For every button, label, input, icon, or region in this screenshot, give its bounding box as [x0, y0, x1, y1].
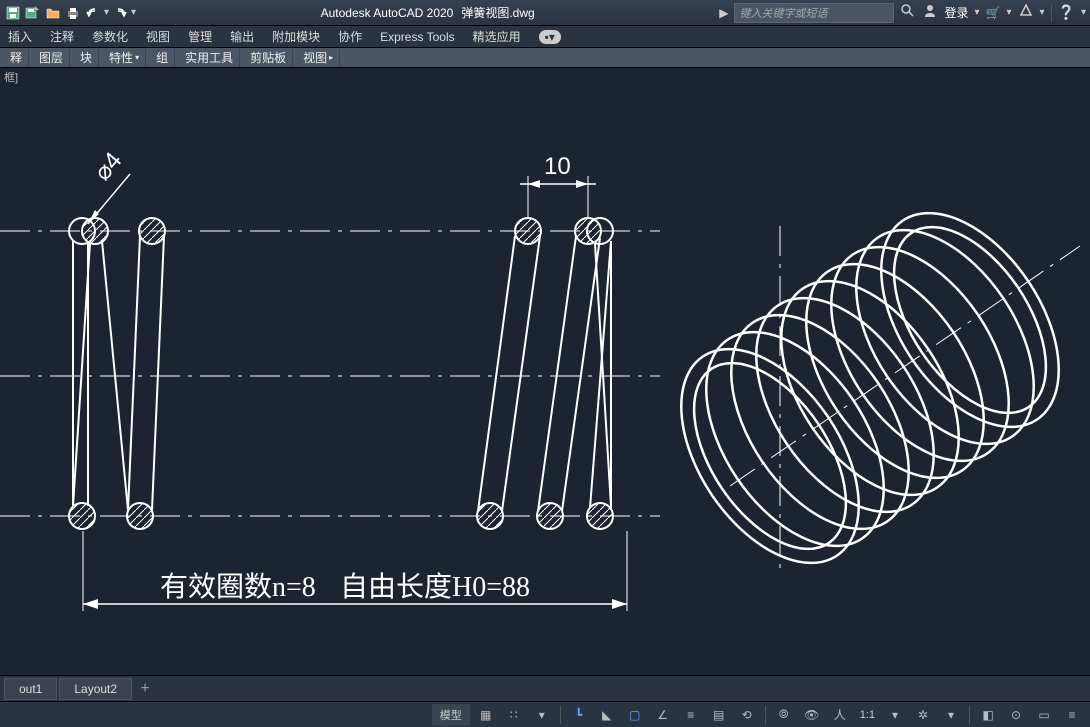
- dropdown-icon[interactable]: ▾: [530, 704, 554, 726]
- tab-featured[interactable]: 精选应用: [473, 28, 521, 45]
- isolate-icon[interactable]: ◧: [976, 704, 1000, 726]
- svg-text:自由长度H0=88: 自由长度H0=88: [340, 571, 530, 603]
- panel-clipboard[interactable]: 剪贴板: [244, 49, 293, 67]
- file-name: 弹簧视图.dwg: [461, 4, 534, 21]
- search-input[interactable]: 键入关键字或短语: [734, 3, 894, 23]
- panel-layers[interactable]: 图层: [33, 49, 70, 67]
- svg-text:⌀4: ⌀4: [89, 147, 128, 186]
- tab-addins[interactable]: 附加模块: [272, 28, 320, 45]
- ribbon-overflow-icon[interactable]: ▪▾: [539, 30, 561, 44]
- help-icon[interactable]: ❔: [1058, 4, 1075, 21]
- otrack-icon[interactable]: ∠: [651, 704, 675, 726]
- menu-icon[interactable]: ≡: [1060, 704, 1084, 726]
- annotation-visibility-icon[interactable]: 👁: [800, 704, 824, 726]
- panel-properties[interactable]: 特性▾: [103, 49, 146, 67]
- transparency-icon[interactable]: ▤: [707, 704, 731, 726]
- title-bar: ▾ ▾ Autodesk AutoCAD 2020 弹簧视图.dwg ▶ 键入关…: [0, 0, 1090, 26]
- ortho-icon[interactable]: ┗: [567, 704, 591, 726]
- gear-icon[interactable]: ✲: [911, 704, 935, 726]
- cart-icon[interactable]: 🛒: [986, 6, 1001, 20]
- save-as-icon[interactable]: [24, 4, 42, 22]
- layout-tab-2[interactable]: Layout2: [59, 678, 132, 700]
- panel-group[interactable]: 组: [150, 49, 175, 67]
- spring-isometric-view: [645, 181, 1090, 594]
- add-layout-button[interactable]: +: [134, 678, 156, 700]
- title-center: Autodesk AutoCAD 2020 弹簧视图.dwg: [136, 4, 719, 21]
- user-icon[interactable]: [922, 3, 938, 22]
- snap-icon[interactable]: ∷: [502, 704, 526, 726]
- frame-label: 框]: [0, 68, 1090, 86]
- layout-tab-1[interactable]: out1: [4, 678, 57, 700]
- search-icon[interactable]: [900, 3, 916, 22]
- title-right: ▶ 键入关键字或短语 登录 ▾ 🛒 ▾ ▾ ❔ ▾: [719, 3, 1086, 23]
- undo-dropdown-icon[interactable]: ▾: [104, 7, 109, 18]
- dimension-pitch: 10: [520, 153, 596, 218]
- app-icon[interactable]: [1018, 3, 1034, 22]
- tab-collab[interactable]: 协作: [338, 28, 362, 45]
- scale-dropdown-icon[interactable]: ▾: [883, 704, 907, 726]
- status-model[interactable]: 模型: [432, 704, 470, 726]
- login-dropdown-icon[interactable]: ▾: [974, 7, 979, 18]
- tab-manage[interactable]: 管理: [188, 28, 212, 45]
- dimension-diameter: ⌀4: [88, 147, 130, 224]
- panel-block[interactable]: 块: [74, 49, 99, 67]
- lineweight-icon[interactable]: ≡: [679, 704, 703, 726]
- login-button[interactable]: 登录: [944, 4, 968, 21]
- cycling-icon[interactable]: ⟲: [735, 704, 759, 726]
- tab-annotate[interactable]: 注释: [50, 28, 74, 45]
- dimension-overall: 有效圈数n=8 自由长度H0=88: [83, 531, 627, 611]
- status-bar: 模型 ▦ ∷ ▾ ┗ ◣ ▢ ∠ ≡ ▤ ⟲ ⦾ 👁 人 1:1 ▾ ✲ ▾ ◧…: [0, 701, 1090, 727]
- save-icon[interactable]: [4, 4, 22, 22]
- panel-utils[interactable]: 实用工具: [179, 49, 240, 67]
- print-icon[interactable]: [64, 4, 82, 22]
- svg-text:10: 10: [544, 153, 571, 180]
- svg-text:有效圈数n=8: 有效圈数n=8: [160, 571, 316, 603]
- tab-output[interactable]: 输出: [230, 28, 254, 45]
- redo-icon[interactable]: [111, 4, 129, 22]
- quick-access-toolbar: ▾ ▾: [4, 4, 136, 22]
- hardware-icon[interactable]: ⊙: [1004, 704, 1028, 726]
- status-scale[interactable]: 1:1: [856, 709, 879, 721]
- annotation-icon[interactable]: 人: [828, 704, 852, 726]
- tab-parametric[interactable]: 参数化: [92, 28, 128, 45]
- play-icon[interactable]: ▶: [719, 6, 728, 20]
- search-placeholder: 键入关键字或短语: [739, 5, 827, 21]
- tab-express[interactable]: Express Tools: [380, 30, 454, 44]
- app-dropdown-icon[interactable]: ▾: [1040, 7, 1045, 18]
- annotation-scale-icon[interactable]: ⦾: [772, 704, 796, 726]
- app-name: Autodesk AutoCAD 2020: [321, 6, 454, 20]
- spring-front-view: ⌀4 10 有效圈数n=8 自由长度H0=88: [0, 147, 660, 611]
- panel-view[interactable]: 视图▸: [297, 49, 340, 67]
- panel-explain[interactable]: 释: [4, 49, 29, 67]
- tab-view[interactable]: 视图: [146, 28, 170, 45]
- cart-dropdown-icon[interactable]: ▾: [1006, 7, 1011, 18]
- open-icon[interactable]: [44, 4, 62, 22]
- tab-insert[interactable]: 插入: [8, 28, 32, 45]
- help-dropdown-icon[interactable]: ▾: [1081, 7, 1086, 18]
- osnap-icon[interactable]: ▢: [623, 704, 647, 726]
- ribbon-tabs: 插入 注释 参数化 视图 管理 输出 附加模块 协作 Express Tools…: [0, 26, 1090, 48]
- drawing-canvas[interactable]: ⌀4 10 有效圈数n=8 自由长度H0=88: [0, 86, 1090, 675]
- customize-icon[interactable]: ▾: [939, 704, 963, 726]
- layout-tabs: out1 Layout2 +: [0, 675, 1090, 701]
- undo-icon[interactable]: [84, 4, 102, 22]
- clean-icon[interactable]: ▭: [1032, 704, 1056, 726]
- grid-icon[interactable]: ▦: [474, 704, 498, 726]
- panel-bar: 释 图层 块 特性▾ 组 实用工具 剪贴板 视图▸: [0, 48, 1090, 68]
- polar-icon[interactable]: ◣: [595, 704, 619, 726]
